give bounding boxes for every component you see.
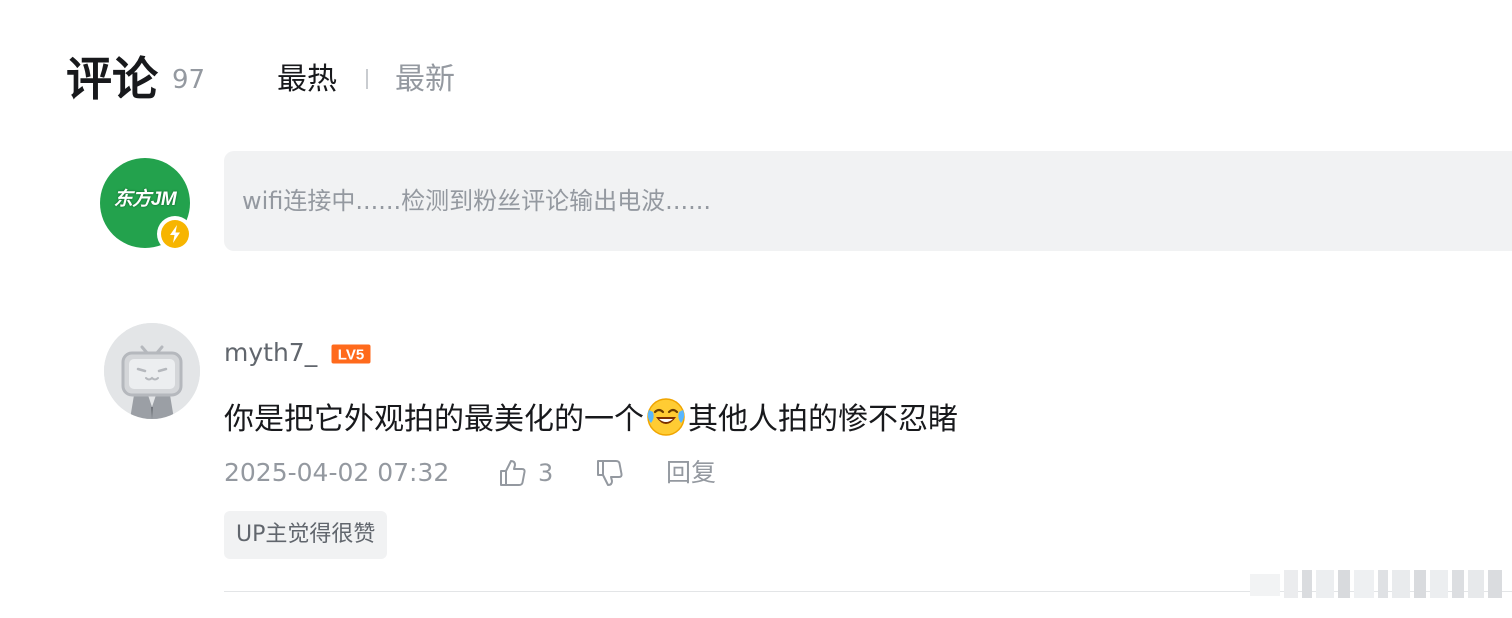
thumbs-down-icon	[597, 460, 623, 486]
lightning-bolt-icon	[157, 216, 193, 252]
comment-text-part1: 你是把它外观拍的最美化的一个	[224, 402, 644, 437]
up-liked-tag: UP主觉得很赞	[224, 511, 388, 559]
comment-text-part2: 其他人拍的惨不忍睹	[688, 402, 958, 437]
timestamp: 2025-04-02 07:32	[224, 458, 450, 487]
watermark-bar	[1250, 566, 1502, 602]
comments-title: 评论	[66, 52, 158, 106]
reply-button[interactable]: 回复	[666, 456, 716, 490]
level-badge: LV5	[331, 344, 371, 364]
comment-input[interactable]	[224, 151, 1512, 251]
sort-divider	[366, 69, 368, 89]
thumbs-up-icon	[500, 460, 526, 486]
my-avatar-logo-text: 东方JM	[113, 189, 177, 210]
comment-text: 你是把它外观拍的最美化的一个 其他人拍的惨不忍睹	[224, 397, 958, 440]
sort-tab-hot[interactable]: 最热	[277, 60, 337, 100]
like-count: 3	[538, 459, 554, 487]
comments-count: 97	[172, 65, 206, 95]
bilibili-tv-mascot-icon	[104, 323, 200, 419]
my-avatar[interactable]: 东方JM	[100, 158, 193, 252]
avatar[interactable]	[104, 323, 200, 419]
sort-tab-new[interactable]: 最新	[395, 60, 455, 100]
username[interactable]: myth7_	[224, 336, 317, 370]
level-text: LV5	[338, 347, 364, 364]
laughing-crying-emoji	[646, 397, 686, 437]
dislike-button[interactable]	[594, 457, 626, 489]
